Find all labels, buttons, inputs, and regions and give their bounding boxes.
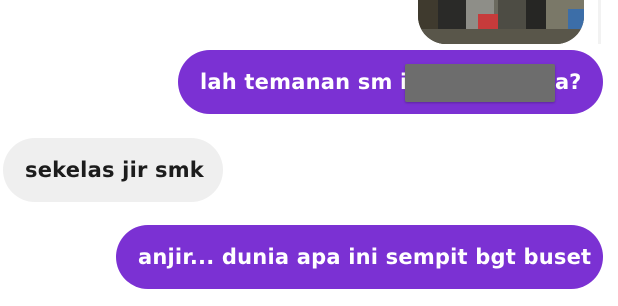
message-text: sekelas jir smk [25, 158, 204, 182]
scrollbar-track[interactable] [598, 0, 601, 44]
shared-photo-message[interactable] [418, 0, 584, 44]
chat-thread: lah temanan sm il a? sekelas jir smk anj… [0, 0, 618, 306]
redaction-box [405, 64, 555, 102]
photo-thumbnail [418, 0, 584, 44]
message-text: anjir... dunia apa ini sempit bgt buset [138, 245, 592, 269]
sent-message-bubble[interactable]: anjir... dunia apa ini sempit bgt buset [116, 225, 603, 289]
message-text: lah temanan sm il [200, 70, 415, 94]
received-message-bubble[interactable]: sekelas jir smk [3, 138, 223, 202]
message-text-end: a? [555, 70, 582, 94]
